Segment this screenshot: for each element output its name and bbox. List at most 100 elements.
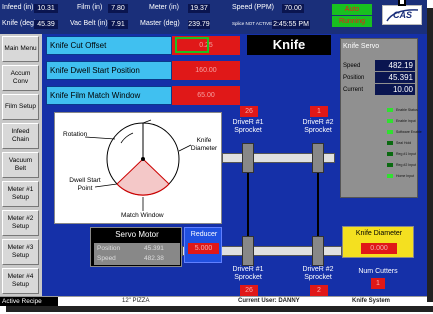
motor-readout: Position 45.391 Speed 482.38 [94,243,180,265]
led-seal-hold [387,141,393,145]
top-status-bar: Infeed (in) 10.31 Knife (deg) 45.39 Film… [0,0,427,34]
splice-status: Splice NOT ACTIVE [232,21,273,26]
film-value: 7.80 [108,4,128,13]
film-setup-button[interactable]: Film Setup [2,94,39,120]
knife-value: 45.39 [34,20,58,29]
knife-diameter-panel: Knife Diameter 0.000 [342,226,414,258]
meter-4-setup-button[interactable]: Meter #4 Setup [2,268,39,294]
right-shadow [427,8,433,302]
selection-highlight [175,37,209,53]
drive1-bottom-value[interactable]: 26 [240,285,258,296]
page-title: Knife [247,35,331,55]
meter-1-setup-button[interactable]: Meter #1 Setup [2,181,39,207]
main-menu-button[interactable]: Main Menu [2,36,39,62]
mode-auto: Auto [332,4,372,15]
meter-2-setup-button[interactable]: Meter #2 Setup [2,210,39,236]
sprocket-top-1 [242,143,254,173]
sprocket-bottom-2 [312,236,324,266]
led-label: Enable Input [396,119,416,123]
speed-label: Speed (PPM) [232,4,275,11]
reducer-value[interactable]: 5.000 [188,243,219,254]
param-label-match-window: Knife Film Match Window [46,86,172,105]
servo-current-value: 10.00 [375,84,415,95]
param-value-dwell-start[interactable]: 160.00 [172,61,240,80]
num-cutters-value[interactable]: 1 [371,278,385,289]
dwell-start-label: Dwell Start Point [69,177,101,192]
knife-label: Knife (deg) [2,20,37,27]
drive2-top-value[interactable]: 1 [310,106,328,117]
sprocket-top-2 [312,143,324,173]
window-corner-marker [398,0,406,6]
servo-title: Knife Servo [343,43,380,50]
master-value: 239.79 [188,20,210,29]
servo-position-label: Position [343,75,365,81]
param-label-dwell-start: Knife Dwell Start Position [46,61,172,80]
led-home-input [387,174,393,178]
drive1-top-value[interactable]: 26 [240,106,258,117]
motor-speed-value: 482.38 [144,255,164,262]
drive1-bottom-label: DriveR #1 Sprocket [232,266,264,281]
knife-diameter-title: Knife Diameter [355,230,403,237]
led-enable-input [387,119,393,123]
match-window-label: Match Window [121,212,164,219]
drive2-top-label: DriveR #2 Sprocket [302,119,334,134]
bottom-shadow [6,306,433,312]
sidebar: Main Menu Accum Conv Film Setup Infeed C… [0,34,42,296]
motor-position-label: Position [97,245,121,252]
recipe-name: 12" PIZZA [122,298,150,304]
drive2-bottom-label: DriveR #2 Sprocket [302,266,334,281]
knife-wheel-icon [84,119,192,211]
reducer-panel: Reducer 5.000 [184,227,222,263]
infeed-label: Infeed (in) [2,4,34,11]
led-label: Home Input [396,174,415,178]
meter-value: 19.37 [188,4,210,13]
chain-1 [247,173,249,236]
servo-current-label: Current [343,87,364,93]
led-reg2-input [387,163,393,167]
master-label: Master (deg) [140,20,180,27]
film-label: Film (in) [77,4,103,11]
chain-2 [317,173,319,236]
current-user: Current User: DANNY [238,298,300,304]
system-name: Knife System [352,298,391,304]
active-recipe-label: Active Recipe [0,297,58,306]
servo-position-value: 45.391 [375,72,415,83]
servo-motor-panel: Servo Motor Position 45.391 Speed 482.38 [90,227,182,267]
sprocket-bottom-1 [242,236,254,266]
servo-motor-title: Servo Motor [115,230,159,239]
rotation-label: Rotation [63,131,88,138]
knife-diameter-label: Knife Diameter [190,137,218,152]
vacuum-belt-button[interactable]: Vacuum Belt [2,152,39,178]
knife-diameter-value[interactable]: 0.000 [361,243,397,254]
meter-label: Meter (in) [149,4,179,11]
mode-running: Running [332,16,372,27]
led-label: Software Enable [396,130,422,134]
servo-speed-value: 482.19 [375,60,415,71]
drive1-top-label: DriveR #1 Sprocket [232,119,264,134]
reducer-title: Reducer [190,231,218,238]
vac-belt-label: Vac Belt (in) [70,20,108,27]
led-label: Enable Status [396,108,418,112]
param-label-cut-offset: Knife Cut Offset [46,36,172,55]
infeed-chain-button[interactable]: Infeed Chain [2,123,39,149]
drive2-bottom-value[interactable]: 2 [310,285,328,296]
accum-conv-button[interactable]: Accum Conv [2,65,39,91]
knife-diagram: Rotation Knife Diameter Dwell Start Poin… [54,112,222,224]
param-value-cut-offset[interactable]: 0.25 [172,36,240,55]
led-enable-status [387,108,393,112]
logo-text: CAS [393,10,413,20]
clock: 2:45:55 PM [272,20,310,29]
infeed-value: 10.31 [34,4,58,13]
led-label: Reg #2 Input [396,163,417,167]
servo-speed-label: Speed [343,63,361,69]
num-cutters-label: Num Cutters [358,268,398,275]
motor-speed-label: Speed [97,255,116,262]
led-reg1-input [387,152,393,156]
motor-position-value: 45.391 [144,245,164,252]
param-value-match-window[interactable]: 65.00 [172,86,240,105]
vac-belt-value: 7.91 [108,20,128,29]
meter-3-setup-button[interactable]: Meter #3 Setup [2,239,39,265]
speed-value: 70.00 [282,4,304,13]
led-label: Reg #1 Input [396,152,417,156]
led-software-enable [387,130,393,134]
